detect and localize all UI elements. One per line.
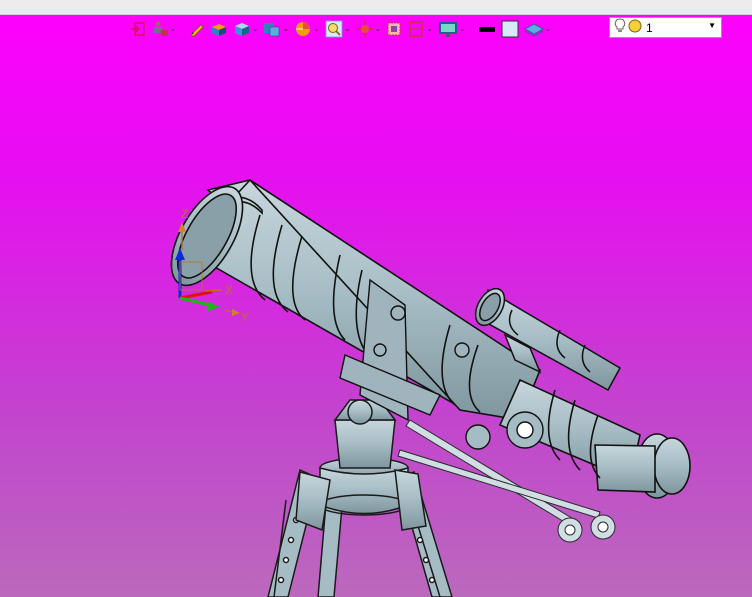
chevron-down-icon: ⌄ [251, 24, 259, 33]
section-box-icon [387, 22, 401, 36]
pencil-button[interactable] [187, 18, 207, 40]
cube-icon [234, 23, 249, 36]
cube-button[interactable]: ⌄ [231, 18, 261, 40]
crosshair-button[interactable]: ⌄ [354, 18, 384, 40]
pencil-icon [191, 24, 204, 37]
z-axis-label: Z [181, 207, 188, 221]
layers-icon [264, 23, 280, 37]
pie-icon [296, 22, 311, 36]
bulb-icon [614, 18, 626, 37]
fill-color-button[interactable] [499, 18, 521, 40]
bracket-icon [409, 21, 423, 37]
pie-button[interactable]: ⌄ [292, 18, 322, 40]
exit-sketch-button[interactable] [128, 18, 148, 40]
chevron-down-icon: ⌄ [282, 24, 290, 33]
zoom-icon [325, 20, 343, 38]
plane-button[interactable]: ⌄ [522, 18, 554, 40]
plane-icon [523, 23, 544, 37]
chevron-down-icon: ⌄ [170, 24, 177, 33]
chevron-down-icon: ⌄ [458, 24, 466, 33]
sun-icon [628, 19, 642, 36]
y-axis-label: Y [241, 310, 249, 324]
chevron-down-icon: ⌄ [544, 24, 552, 33]
person-view-icon [154, 21, 168, 36]
fill-color-icon [501, 20, 519, 38]
box-button[interactable] [208, 18, 230, 40]
window-top-strip [0, 0, 752, 15]
crosshair-icon [356, 21, 373, 37]
exit-sketch-icon [131, 22, 145, 36]
chevron-down-icon: ▼ [708, 21, 716, 30]
chevron-down-icon: ⌄ [426, 24, 433, 33]
monitor-icon [438, 22, 457, 37]
box-icon [211, 24, 226, 36]
x-axis-label: X [225, 283, 233, 297]
person-view-button[interactable]: ⌄ [149, 18, 179, 40]
monitor-button[interactable]: ⌄ [436, 18, 468, 40]
layers-button[interactable]: ⌄ [261, 18, 291, 40]
line-color-button[interactable] [476, 18, 498, 40]
lighting-select[interactable]: 1 ▼ [609, 17, 722, 38]
chevron-down-icon: ⌄ [313, 24, 320, 33]
lighting-value: 1 [646, 20, 653, 35]
zoom-button[interactable]: ⌄ [323, 18, 353, 40]
line-color-icon [478, 27, 495, 32]
view-toolbar: ⌄ ⌄ ⌄ ⌄ ⌄ ⌄ ⌄ ⌄ ⌄ [128, 16, 553, 42]
telescope-tube [183, 178, 691, 499]
bracket-button[interactable]: ⌄ [405, 18, 435, 40]
3d-viewport[interactable]: Z X Y [0, 44, 752, 597]
chevron-down-icon: ⌄ [343, 24, 351, 33]
section-box-button[interactable] [384, 18, 404, 40]
chevron-down-icon: ⌄ [374, 24, 382, 33]
